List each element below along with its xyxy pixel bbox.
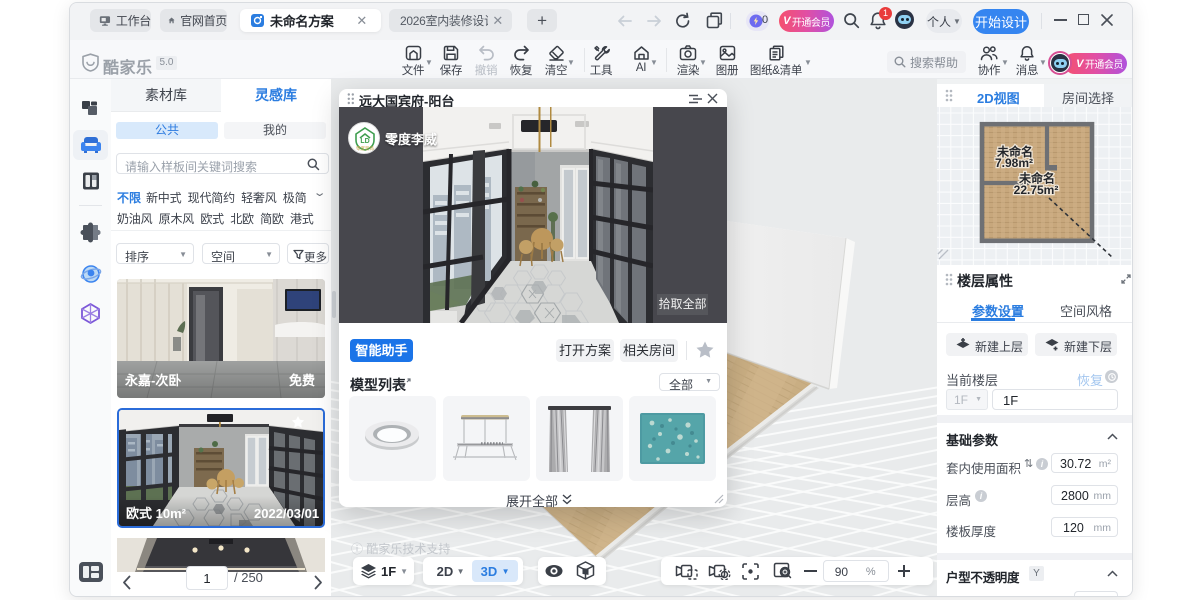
svg-text:永嘉-次卧: 永嘉-次卧 (124, 373, 181, 388)
svg-text:欧式 10m²: 欧式 10m² (126, 506, 187, 521)
svg-text:7.98m²: 7.98m² (995, 156, 1033, 170)
svg-text:22.75m²: 22.75m² (1014, 183, 1059, 197)
svg-text:2022/03/01: 2022/03/01 (254, 506, 319, 521)
svg-text:免费: 免费 (289, 373, 315, 388)
svg-text:LD: LD (360, 138, 369, 145)
svg-text:零度装饰: 零度装饰 (356, 145, 374, 152)
